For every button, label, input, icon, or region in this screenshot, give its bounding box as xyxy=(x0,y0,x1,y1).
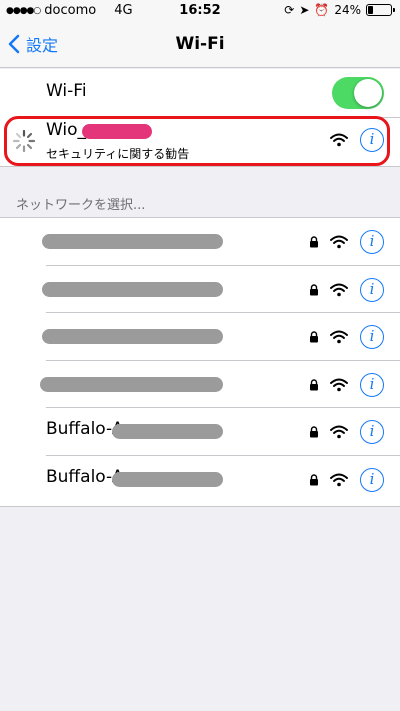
lock-icon xyxy=(310,331,318,343)
wifi-toggle-switch[interactable] xyxy=(332,77,384,109)
wifi-toggle-label: Wi-Fi xyxy=(46,81,87,101)
network-row[interactable]: Buffalo-A i xyxy=(0,456,400,504)
toggle-knob xyxy=(354,79,382,107)
section-header: ネットワークを選択... xyxy=(16,198,146,213)
redaction-mark xyxy=(42,329,223,344)
network-info-button[interactable]: i xyxy=(360,325,384,349)
redaction-mark xyxy=(112,424,223,439)
redaction-mark xyxy=(42,234,223,249)
redaction-mark xyxy=(40,376,223,392)
wifi-signal-icon xyxy=(330,425,348,439)
lock-icon xyxy=(310,426,318,438)
redaction-mark xyxy=(112,471,223,487)
network-row[interactable]: i xyxy=(0,313,400,361)
redaction-mark xyxy=(42,281,223,297)
loading-spinner-icon xyxy=(12,129,36,153)
wifi-signal-icon xyxy=(330,330,348,344)
network-info-button[interactable]: i xyxy=(360,467,384,492)
network-info-button[interactable]: i xyxy=(360,277,384,302)
rotation-lock-icon: ⟳ xyxy=(284,3,295,17)
lock-icon xyxy=(310,378,318,390)
status-bar: ●●●●○ docomo 4G 16:52 ⟳ ➤ ⏰ 24% xyxy=(0,0,400,22)
navigation-bar: 設定 Wi-Fi xyxy=(0,22,400,68)
redaction-mark xyxy=(82,124,152,139)
alarm-icon: ⏰ xyxy=(314,3,330,17)
wifi-signal-icon xyxy=(330,235,348,249)
location-icon: ➤ xyxy=(299,3,310,17)
lock-icon xyxy=(310,236,318,248)
page-title: Wi-Fi xyxy=(175,34,225,54)
lock-icon xyxy=(310,473,318,485)
status-right: ⟳ ➤ ⏰ 24% xyxy=(284,3,395,17)
network-info-button[interactable]: i xyxy=(360,372,384,397)
network-info-button[interactable]: i xyxy=(360,420,384,444)
network-info-button[interactable]: i xyxy=(360,128,384,152)
network-row[interactable]: i xyxy=(0,361,400,408)
wifi-signal-icon xyxy=(330,473,348,486)
wifi-signal-icon xyxy=(330,133,348,147)
connecting-network-name: Wio_ xyxy=(46,120,87,140)
wifi-signal-icon xyxy=(330,378,348,391)
network-row[interactable]: i xyxy=(0,266,400,313)
security-advisory-label: セキュリティに関する勧告 xyxy=(46,147,190,161)
network-row[interactable]: Buffalo-A i xyxy=(0,408,400,456)
network-list: i i i i Buffalo-A i Buffalo-A i xyxy=(0,217,400,507)
network-row[interactable]: i xyxy=(0,218,400,266)
battery-icon xyxy=(366,4,395,16)
lock-icon xyxy=(310,283,318,295)
network-info-button[interactable]: i xyxy=(360,230,384,254)
wifi-signal-icon xyxy=(330,283,348,296)
battery-percent: 24% xyxy=(334,3,361,17)
